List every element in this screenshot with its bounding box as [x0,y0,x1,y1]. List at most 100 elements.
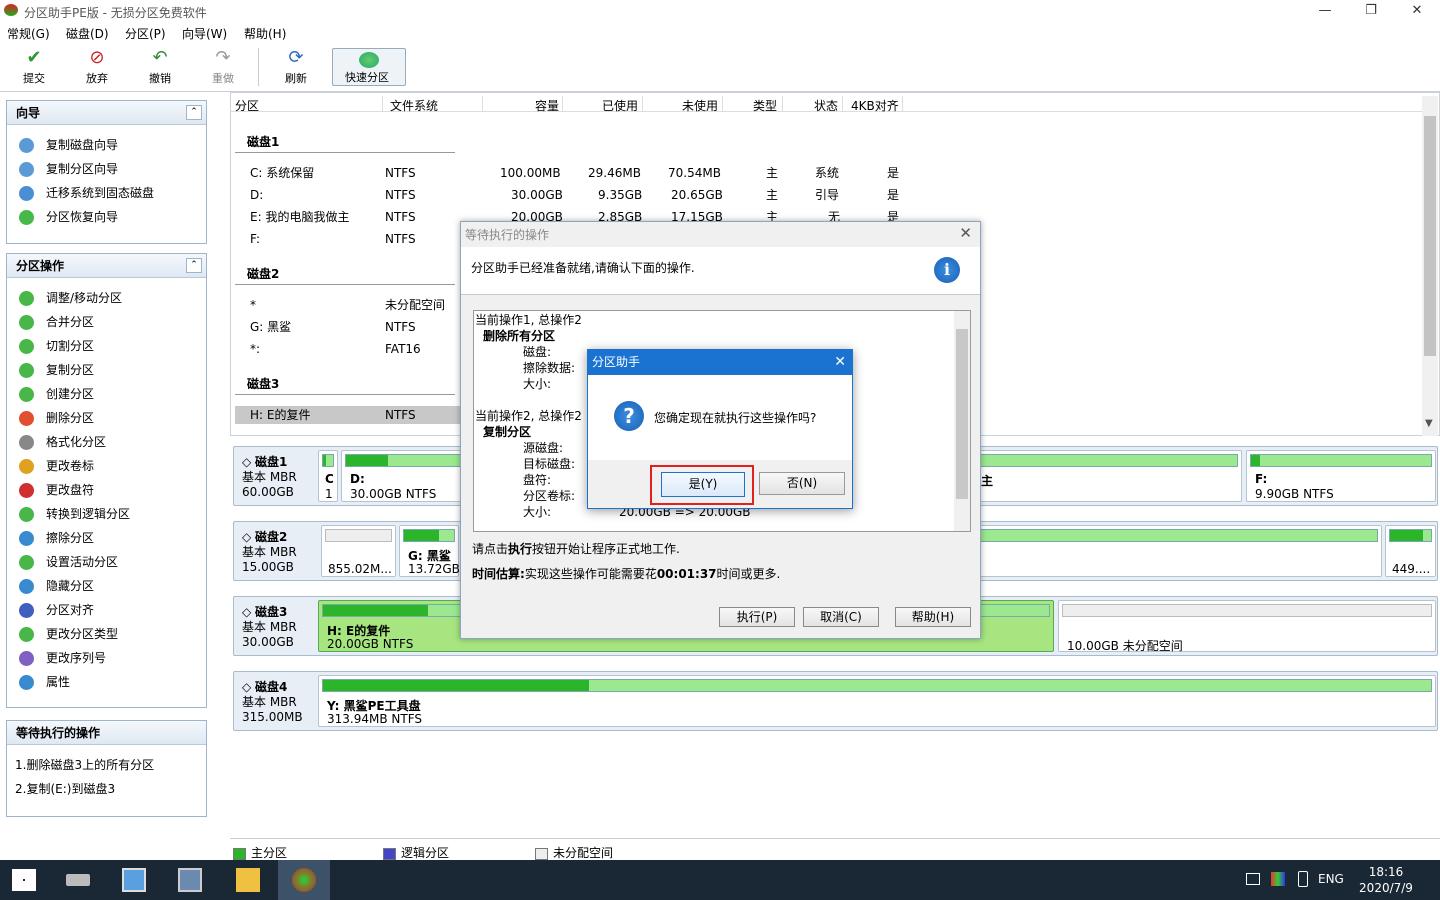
close-button[interactable]: ✕ [1394,0,1440,22]
operation-list-scroll-thumb[interactable] [956,329,968,499]
op-format[interactable]: 格式化分区 [19,432,106,452]
partition-block[interactable]: Y: 黑鲨PE工具盘 313.94MB NTFS [318,675,1436,727]
op-change-type[interactable]: 更改分区类型 [19,624,118,644]
op-to-logical[interactable]: 转换到逻辑分区 [19,504,130,524]
col-filesystem[interactable]: 文件系统 [390,97,438,114]
start-button[interactable] [0,860,52,900]
discard-button[interactable]: ⊘ 放弃 [69,48,125,88]
col-free[interactable]: 未使用 [682,97,718,114]
op-set-active[interactable]: 设置活动分区 [19,552,118,572]
help-button[interactable]: 帮助(H) [895,607,971,627]
disk-icon: ◇ [242,530,256,544]
menu-help[interactable]: 帮助(H) [244,25,286,42]
partition-block[interactable]: 主 [974,450,1242,502]
op-delete[interactable]: 删除分区 [19,408,94,428]
partition-block[interactable]: 855.02M... [321,525,396,577]
op-create[interactable]: 创建分区 [19,384,94,404]
menu-general[interactable]: 常规(G) [7,25,50,42]
checkmark-icon: ✔ [26,47,42,68]
taskbar-remote[interactable] [164,860,216,900]
taskbar-explorer[interactable] [222,860,274,900]
list-header: 分区 文件系统 容量 已使用 未使用 类型 状态 4KB对齐 [230,96,1422,114]
partition-block[interactable]: 10.00GB 未分配空间 [1058,600,1436,653]
disk-type: 基本 MBR [242,620,297,634]
menu-bar: 常规(G) 磁盘(D) 分区(P) 向导(W) 帮助(H) [0,22,1440,42]
op-hide[interactable]: 隐藏分区 [19,576,94,596]
pending-item[interactable]: 2.复制(E:)到磁盘3 [15,779,115,799]
op-split[interactable]: 切割分区 [19,336,94,356]
col-partition[interactable]: 分区 [235,97,259,114]
wizard-migrate-os[interactable]: 迁移系统到固态磁盘 [19,183,154,203]
commit-button[interactable]: ✔ 提交 [6,48,62,88]
quick-partition-button[interactable]: 快速分区 [332,48,406,86]
usb-icon[interactable] [1298,871,1308,887]
info-icon: i [934,257,960,283]
col-type[interactable]: 类型 [753,97,777,114]
op-merge[interactable]: 合并分区 [19,312,94,332]
collapse-icon[interactable]: ⌃ [186,105,202,120]
unalloc-swatch [535,847,548,860]
collapse-icon[interactable]: ⌃ [186,258,202,273]
partition-ops-header: 分区操作 ⌃ [7,254,206,278]
execute-button[interactable]: 执行(P) [719,607,795,627]
wizard-copy-disk[interactable]: 复制磁盘向导 [19,135,118,155]
taskbar-partition-assistant[interactable] [278,860,330,900]
partition-block[interactable] [974,525,1382,577]
partition-block[interactable]: 449.... [1385,525,1436,577]
partition-block[interactable]: D: 30.00GB NTFS [341,450,471,502]
disk4-row[interactable]: ◇ 磁盘4 基本 MBR 315.00MB Y: 黑鲨PE工具盘 313.94MB N… [233,671,1438,731]
op-wipe[interactable]: 擦除分区 [19,528,94,548]
partition-block[interactable]: F: 9.90GB NTFS [1246,450,1436,502]
wizard-copy-partition[interactable]: 复制分区向导 [19,159,118,179]
cancel-button[interactable]: 取消(C) [803,607,879,627]
op-properties[interactable]: 属性 [19,672,70,692]
menu-wizard[interactable]: 向导(W) [182,25,227,42]
undo-button[interactable]: ↶ 撤销 [132,48,188,88]
color-icon[interactable] [1271,872,1285,886]
refresh-button[interactable]: ⟳ 刷新 [268,48,324,88]
op-letter[interactable]: 更改盘符 [19,480,94,500]
partition-block[interactable]: G: 黑鲨 13.72GB [399,525,460,577]
yes-button[interactable]: 是(Y) [661,472,745,497]
wizard-recover[interactable]: 分区恢复向导 [19,207,118,227]
folder-icon [236,868,260,892]
partition-block[interactable]: C1 [318,450,338,502]
column-separator [482,96,483,112]
taskbar-drive[interactable] [52,860,104,900]
undo-icon: ↶ [152,47,168,68]
op-label[interactable]: 更改卷标 [19,456,94,476]
op-copy[interactable]: 复制分区 [19,360,94,380]
col-status[interactable]: 状态 [814,97,838,114]
window-title: 分区助手PE版 - 无损分区免费软件 [24,6,207,20]
clock[interactable]: 18:16 2020/7/9 [1356,864,1416,896]
menu-partition[interactable]: 分区(P) [125,25,166,42]
format-icon [19,435,34,450]
pending-item[interactable]: 1.删除磁盘3上的所有分区 [15,755,154,775]
minimize-button[interactable]: — [1302,0,1348,22]
confirm-dialog-title: 分区助手 [588,350,852,375]
no-button[interactable]: 否(N) [759,472,845,495]
list-scroll-thumb[interactable] [1424,116,1436,356]
input-language[interactable]: ENG [1318,872,1344,886]
disk-name: 磁盘3 [255,605,288,619]
op-resize[interactable]: 调整/移动分区 [19,288,122,308]
title-bar: 分区助手PE版 - 无损分区免费软件 — ❐ ✕ [0,0,1440,22]
col-4k[interactable]: 4KB对齐 [851,97,899,114]
redo-button[interactable]: ↷ 重做 [195,48,251,88]
network-icon[interactable] [1246,873,1260,885]
taskbar-computer[interactable] [108,860,160,900]
group-disk2: 磁盘2 [247,267,280,281]
confirm-close-button[interactable]: ✕ [834,351,846,373]
dialog-title: 等待执行的操作 [465,228,550,242]
menu-disk[interactable]: 磁盘(D) [66,25,109,42]
legend-unallocated: 未分配空间 [535,844,613,861]
col-used[interactable]: 已使用 [602,97,638,114]
op-align[interactable]: 分区对齐 [19,600,94,620]
dialog-close-button[interactable]: ✕ [959,224,972,242]
scroll-down-icon[interactable]: ▼ [1425,418,1433,429]
op-serial[interactable]: 更改序列号 [19,648,106,668]
computer-icon [122,868,146,892]
col-capacity[interactable]: 容量 [535,97,559,114]
restore-button[interactable]: ❐ [1348,0,1394,22]
column-separator [642,96,643,112]
